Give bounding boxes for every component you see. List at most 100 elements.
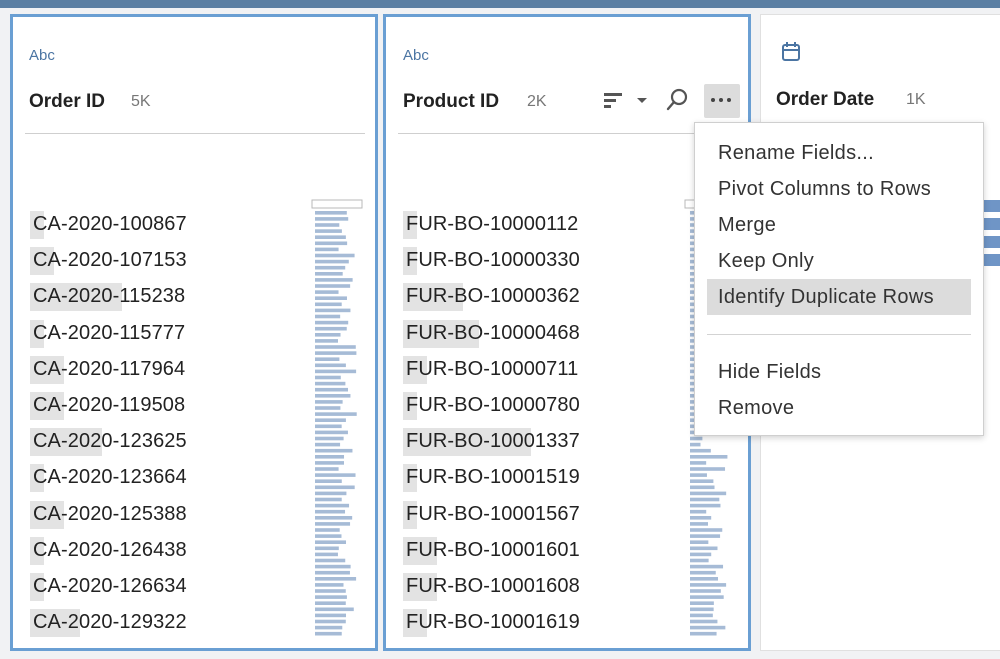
histogram-bar xyxy=(315,394,351,398)
histogram-bar xyxy=(690,552,712,557)
search-icon[interactable] xyxy=(664,85,692,115)
histogram-bar xyxy=(315,613,347,618)
scroll-indicator xyxy=(311,199,363,209)
histogram-bar xyxy=(315,381,346,386)
histogram-bar xyxy=(315,564,351,569)
histogram-bar xyxy=(690,619,718,624)
histogram-bar xyxy=(690,534,721,538)
field-count: 5K xyxy=(131,93,151,110)
menu-item-identify-duplicate-rows[interactable]: Identify Duplicate Rows xyxy=(707,279,971,315)
histogram-bar xyxy=(315,302,342,307)
histogram-bar xyxy=(690,516,712,520)
histogram-bar xyxy=(315,455,345,459)
histogram-bar xyxy=(690,570,716,575)
calendar-icon xyxy=(781,41,801,68)
histogram-bar xyxy=(690,455,728,459)
distribution-histogram[interactable] xyxy=(311,199,371,639)
top-bar xyxy=(0,0,1000,8)
histogram-bar xyxy=(315,357,340,361)
histogram-bar xyxy=(690,442,701,447)
histogram-bar xyxy=(315,534,342,538)
menu-item-pivot-columns-to-rows[interactable]: Pivot Columns to Rows xyxy=(707,171,971,207)
menu-item-remove[interactable]: Remove xyxy=(707,390,971,426)
histogram-bar xyxy=(315,528,340,532)
column-card-order-id[interactable]: Abc Order ID 5K CA-2020-100867 CA-2020-1… xyxy=(10,14,378,651)
histogram-bar xyxy=(315,589,346,593)
date-histogram-bars xyxy=(984,200,1000,272)
header-divider xyxy=(398,133,698,134)
histogram-bar xyxy=(315,625,343,630)
histogram-bar xyxy=(690,625,726,630)
histogram-bar xyxy=(315,601,346,605)
histogram-bar xyxy=(690,577,719,581)
histogram-bar xyxy=(315,253,355,258)
histogram-bar xyxy=(315,375,341,380)
histogram-bar xyxy=(690,589,721,593)
histogram-bar xyxy=(315,418,346,422)
field-count: 1K xyxy=(906,91,926,108)
histogram-bar xyxy=(690,473,707,477)
histogram-bar xyxy=(315,247,339,252)
histogram-bar xyxy=(315,363,346,368)
histogram-bar xyxy=(690,540,709,544)
histogram-bar xyxy=(315,479,342,483)
histogram-bar xyxy=(690,607,714,612)
histogram-bar xyxy=(690,613,713,618)
histogram-bar xyxy=(315,217,349,221)
histogram-bar xyxy=(315,229,342,233)
menu-item-rename-fields[interactable]: Rename Fields... xyxy=(707,135,971,171)
histogram-bar xyxy=(315,467,339,471)
histogram-bar xyxy=(690,558,709,563)
histogram-bar xyxy=(315,448,353,453)
histogram-bar xyxy=(315,558,346,563)
data-type-label: Abc xyxy=(403,47,429,64)
histogram-bar xyxy=(690,546,718,551)
histogram-bar xyxy=(690,631,717,636)
histogram-bar xyxy=(315,333,341,337)
histogram-bar xyxy=(315,211,347,215)
menu-item-merge[interactable]: Merge xyxy=(707,207,971,243)
histogram-bar xyxy=(690,528,723,532)
histogram-bar xyxy=(315,497,342,502)
histogram-bar xyxy=(315,503,350,508)
sort-icon[interactable] xyxy=(601,85,629,115)
more-options-button[interactable] xyxy=(704,84,740,118)
histogram-bar xyxy=(315,491,347,496)
histogram-bar xyxy=(690,485,715,490)
histogram-bar xyxy=(315,552,338,557)
histogram-bar xyxy=(315,485,355,490)
histogram-bar xyxy=(315,235,346,239)
histogram-bar xyxy=(315,412,357,416)
histogram-bar xyxy=(315,631,342,636)
histogram-bar xyxy=(690,497,720,502)
histogram-bar xyxy=(315,284,351,288)
histogram-bar xyxy=(315,442,341,447)
histogram-bar xyxy=(690,436,703,441)
histogram-bar xyxy=(315,369,357,374)
histogram-bar xyxy=(315,595,347,599)
field-name[interactable]: Order Date xyxy=(776,89,874,111)
histogram-bar xyxy=(315,314,341,319)
histogram-bar xyxy=(315,326,347,331)
histogram-bar xyxy=(315,540,347,544)
histogram-bar xyxy=(315,430,348,435)
menu-item-hide-fields[interactable]: Hide Fields xyxy=(707,354,971,390)
histogram-bar xyxy=(690,564,724,569)
histogram-bar xyxy=(315,320,349,325)
field-name[interactable]: Product ID xyxy=(403,91,499,113)
menu-item-keep-only[interactable]: Keep Only xyxy=(707,243,971,279)
histogram-bar xyxy=(315,619,346,624)
more-options-icon xyxy=(711,98,735,102)
chevron-down-icon[interactable] xyxy=(634,85,650,115)
histogram-bar xyxy=(315,406,341,410)
histogram-bar xyxy=(315,436,344,441)
histogram-bar xyxy=(315,351,357,355)
histogram-bar xyxy=(315,400,343,404)
field-name[interactable]: Order ID xyxy=(29,91,105,113)
histogram-bar xyxy=(690,583,727,587)
data-type-label: Abc xyxy=(29,47,55,64)
histogram-bar xyxy=(690,522,709,526)
histogram-bar xyxy=(315,265,346,270)
histogram-bar xyxy=(315,473,356,477)
histogram-bar xyxy=(315,461,345,465)
